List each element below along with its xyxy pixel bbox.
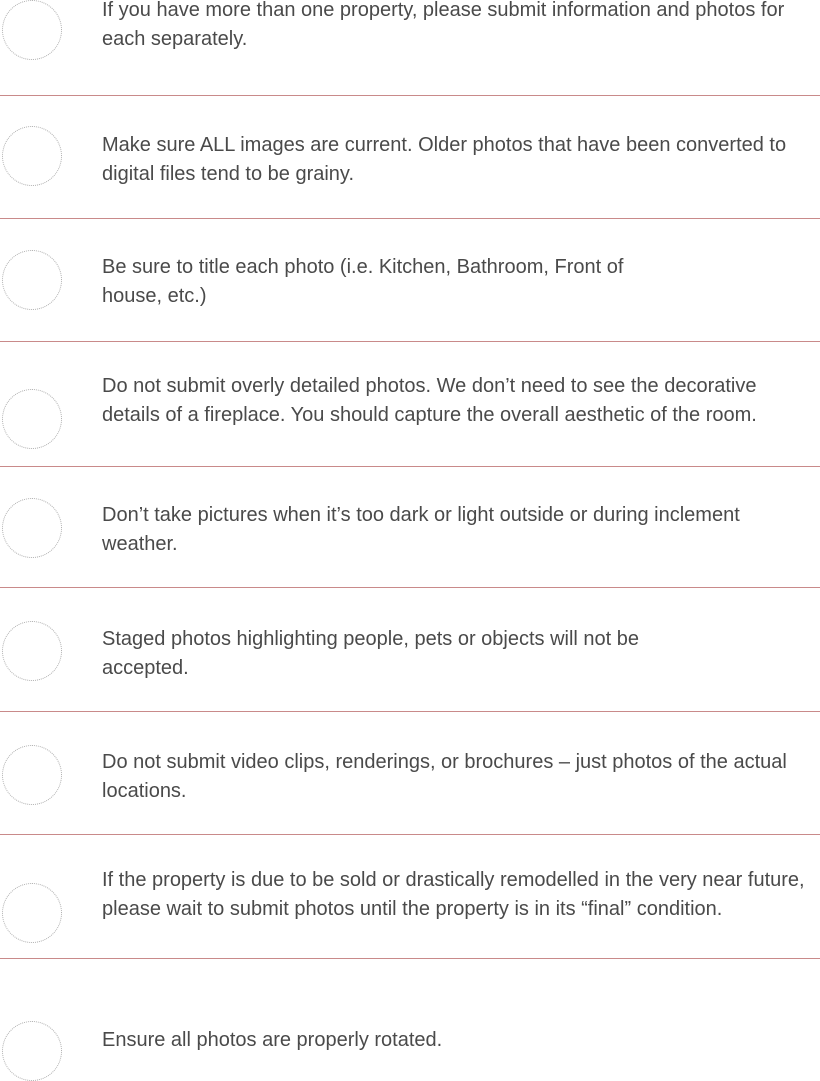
guidelines-list: If you have more than one property, plea…: [0, 0, 820, 1081]
guideline-text: Be sure to title each photo (i.e. Kitche…: [102, 256, 624, 307]
checkbox-circle-icon[interactable]: [2, 0, 62, 60]
divider: [0, 834, 820, 835]
divider: [0, 466, 820, 467]
guideline-text: Do not submit video clips, renderings, o…: [102, 751, 787, 802]
divider: [0, 587, 820, 588]
checkbox-circle-icon[interactable]: [2, 250, 62, 310]
checkbox-circle-icon[interactable]: [2, 745, 62, 805]
checkbox-circle-icon[interactable]: [2, 1021, 62, 1081]
guideline-text: Make sure ALL images are current. Older …: [102, 134, 787, 185]
checkbox-circle-icon[interactable]: [2, 498, 62, 558]
divider: [0, 95, 820, 96]
guideline-text: If you have more than one property, plea…: [102, 0, 785, 50]
checkbox-circle-icon[interactable]: [2, 389, 62, 449]
guideline-text: Do not submit overly detailed photos. We…: [102, 375, 757, 426]
divider: [0, 958, 820, 959]
checkbox-circle-icon[interactable]: [2, 621, 62, 681]
guideline-text: If the property is due to be sold or dra…: [102, 869, 805, 920]
divider: [0, 341, 820, 342]
guideline-text: Don’t take pictures when it’s too dark o…: [102, 504, 740, 555]
divider: [0, 711, 820, 712]
checkbox-circle-icon[interactable]: [2, 126, 62, 186]
checkbox-circle-icon[interactable]: [2, 883, 62, 943]
guideline-text: Staged photos highlighting people, pets …: [102, 628, 640, 679]
divider: [0, 218, 820, 219]
guideline-text: Ensure all photos are properly rotated.: [102, 1029, 443, 1051]
